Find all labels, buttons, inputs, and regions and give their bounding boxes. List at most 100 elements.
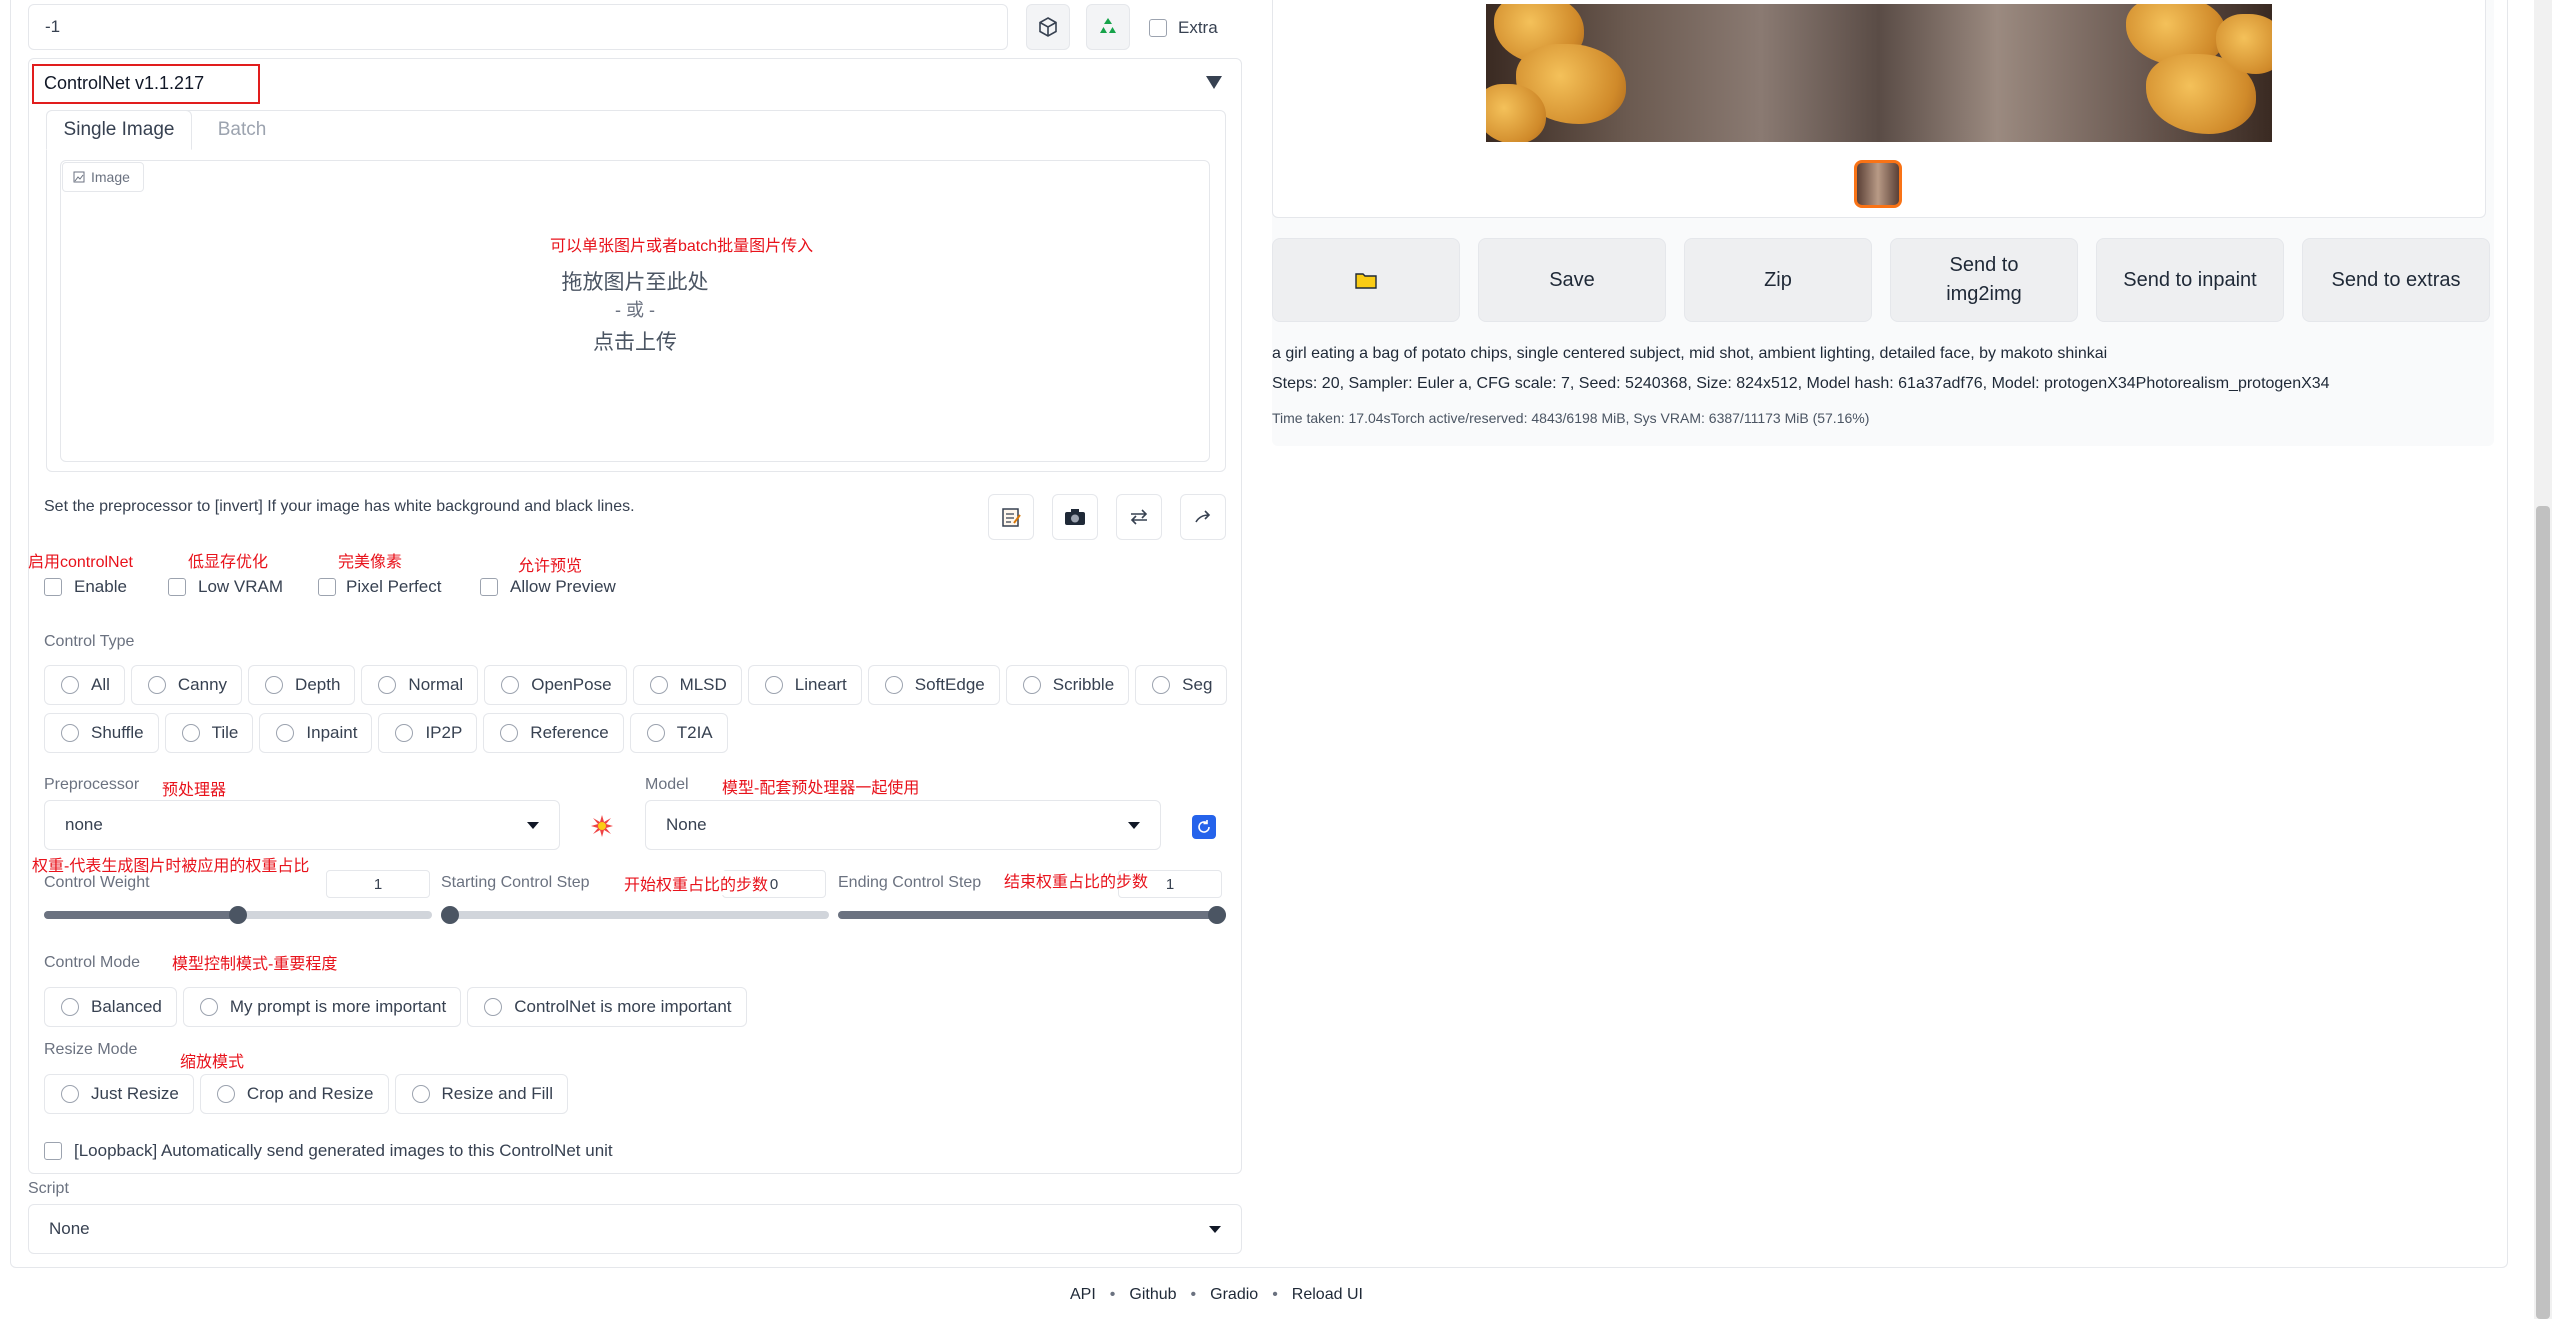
resize-mode-just-resize[interactable]: Just Resize (44, 1074, 194, 1114)
resize-mode-crop-and-resize[interactable]: Crop and Resize (199, 1074, 389, 1114)
random-seed-button[interactable] (1026, 4, 1070, 50)
control-type-ip2p[interactable]: IP2P (378, 713, 478, 753)
script-select[interactable]: None (28, 1204, 1242, 1254)
refresh-models-button[interactable] (1192, 815, 1216, 839)
radio-circle (764, 676, 783, 694)
send-to-img2img-button[interactable]: Send to img2img (1890, 238, 2078, 322)
control-type-label-tile: Tile (211, 723, 239, 742)
annotation-pixel-perfect: 完美像素 (338, 554, 403, 571)
control-type-tile[interactable]: Tile (164, 713, 254, 753)
control-type-label-mlsd: MLSD (679, 675, 727, 694)
control-weight-label: Control Weight (44, 874, 150, 891)
radio-circle (199, 998, 218, 1016)
control-type-all[interactable]: All (44, 665, 125, 705)
low-vram-checkbox[interactable] (168, 578, 186, 596)
resize-mode-option-label: Just Resize (91, 1084, 179, 1103)
control-type-canny[interactable]: Canny (130, 665, 243, 705)
generated-image[interactable] (1486, 4, 2272, 142)
control-type-label-t2ia: T2IA (676, 723, 713, 742)
pixel-perfect-checkbox[interactable] (318, 578, 336, 596)
footer-api-link[interactable]: API (1070, 1286, 1096, 1304)
tab-batch[interactable]: Batch (192, 110, 292, 150)
control-mode-balanced[interactable]: Balanced (44, 987, 177, 1027)
drop-text-line2: - 或 - (615, 300, 655, 320)
scrollbar-thumb[interactable] (2536, 506, 2550, 1319)
control-type-scribble[interactable]: Scribble (1005, 665, 1130, 705)
control-type-label-openpose: OpenPose (531, 675, 612, 694)
extra-checkbox[interactable] (1149, 19, 1167, 37)
send-to-inpaint-button[interactable]: Send to inpaint (2096, 238, 2284, 322)
preprocessor-select[interactable]: none (44, 800, 560, 850)
annotation-resize-mode: 缩放模式 (180, 1054, 245, 1071)
footer-gradio-link[interactable]: Gradio (1210, 1286, 1258, 1304)
seed-input[interactable]: -1 (28, 4, 1008, 50)
control-mode-option-label: Balanced (91, 997, 162, 1016)
footer-separator: • (1190, 1286, 1197, 1303)
open-folder-button[interactable] (1272, 238, 1460, 322)
model-select[interactable]: None (645, 800, 1161, 850)
annotation-low-vram: 低显存优化 (188, 554, 269, 571)
control-weight-input[interactable]: 1 (326, 870, 430, 898)
control-type-inpaint[interactable]: Inpaint (259, 713, 373, 753)
recycle-icon (1100, 18, 1116, 33)
control-mode-option-label: My prompt is more important (229, 997, 447, 1016)
control-type-label: Control Type (44, 633, 135, 650)
enable-checkbox[interactable] (44, 578, 62, 596)
mirror-webcam-button[interactable] (1116, 494, 1162, 540)
control-type-label-lineart: Lineart (794, 675, 847, 694)
tab-single-image[interactable]: Single Image (46, 110, 192, 150)
control-type-t2ia[interactable]: T2IA (629, 713, 728, 753)
explosion-icon (591, 815, 613, 837)
loopback-label: [Loopback] Automatically send generated … (74, 1141, 613, 1160)
resize-mode-resize-and-fill[interactable]: Resize and Fill (394, 1074, 568, 1114)
allow-preview-checkbox[interactable] (480, 578, 498, 596)
footer-github-link[interactable]: Github (1129, 1286, 1176, 1304)
chevron-down-icon (527, 821, 539, 829)
resize-mode-option-label: Resize and Fill (441, 1084, 554, 1103)
slider-thumb[interactable] (1208, 906, 1226, 924)
send-to-extras-button[interactable]: Send to extras (2302, 238, 2490, 322)
control-type-depth[interactable]: Depth (248, 665, 356, 705)
generation-prompt: a girl eating a bag of potato chips, sin… (1272, 345, 2108, 362)
footer: API • Github • Gradio • Reload UI (1070, 1286, 1363, 1304)
control-type-normal[interactable]: Normal (361, 665, 479, 705)
control-type-shuffle[interactable]: Shuffle (44, 713, 159, 753)
radio-circle (61, 724, 79, 742)
control-type-seg[interactable]: Seg (1135, 665, 1228, 705)
control-type-openpose[interactable]: OpenPose (484, 665, 627, 705)
control-type-label-seg: Seg (1182, 675, 1213, 694)
zip-button[interactable]: Zip (1684, 238, 1872, 322)
save-button[interactable]: Save (1478, 238, 1666, 322)
slider-thumb[interactable] (229, 906, 247, 924)
radio-circle (1022, 676, 1041, 694)
seed-value: -1 (45, 17, 61, 36)
control-type-mlsd[interactable]: MLSD (632, 665, 742, 705)
webcam-button[interactable] (1052, 494, 1098, 540)
radio-circle (484, 998, 503, 1016)
send-dimensions-button[interactable] (1180, 494, 1226, 540)
radio-circle (61, 1085, 79, 1103)
starting-step-slider[interactable] (441, 906, 829, 924)
radio-circle (411, 1085, 430, 1103)
slider-thumb[interactable] (441, 906, 459, 924)
control-mode-options: Balanced My prompt is more important Con… (44, 987, 747, 1027)
ending-step-slider[interactable] (838, 906, 1226, 924)
radio-circle (378, 676, 397, 694)
footer-reload-link[interactable]: Reload UI (1292, 1286, 1363, 1304)
controlnet-title-highlight (32, 64, 260, 104)
pixel-perfect-label: Pixel Perfect (346, 577, 442, 596)
control-mode-controlnet[interactable]: ControlNet is more important (467, 987, 747, 1027)
control-weight-slider[interactable] (44, 906, 432, 924)
folder-icon (1355, 273, 1377, 289)
preprocessor-label: Preprocessor (44, 776, 140, 793)
reuse-seed-button[interactable] (1086, 4, 1130, 50)
control-type-softedge[interactable]: SoftEdge (867, 665, 1000, 705)
loopback-checkbox[interactable] (44, 1142, 62, 1160)
control-mode-prompt[interactable]: My prompt is more important (182, 987, 462, 1027)
open-canvas-button[interactable] (988, 494, 1034, 540)
control-type-lineart[interactable]: Lineart (747, 665, 862, 705)
collapse-triangle-icon[interactable] (1206, 76, 1222, 90)
gallery-thumbnail[interactable] (1854, 160, 1902, 208)
control-type-reference[interactable]: Reference (483, 713, 624, 753)
run-preprocessor-button[interactable] (582, 810, 622, 842)
